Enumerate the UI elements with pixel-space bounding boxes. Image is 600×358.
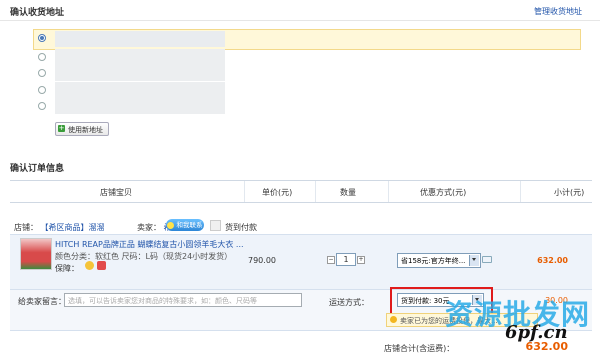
contact-seller-button[interactable]: 和我联系 bbox=[166, 219, 204, 231]
address-redacted-5 bbox=[55, 98, 225, 114]
guarantee-shield-icon bbox=[85, 261, 94, 270]
item-price: 790.00 bbox=[248, 256, 276, 265]
address-redacted-1 bbox=[55, 31, 225, 47]
quantity-decrease-button[interactable]: − bbox=[327, 256, 335, 264]
quantity-input[interactable]: 1 bbox=[336, 253, 356, 266]
discount-info-icon bbox=[482, 256, 492, 263]
column-header-subtotal: 小计(元) bbox=[554, 188, 585, 197]
address-radio-1[interactable] bbox=[38, 34, 46, 42]
chevron-down-icon bbox=[469, 255, 479, 266]
address-radio-4[interactable] bbox=[38, 86, 46, 94]
wangwang-icon bbox=[167, 221, 175, 229]
cod-icon bbox=[210, 220, 221, 231]
address-radio-3[interactable] bbox=[38, 69, 46, 77]
order-table-header: 店铺宝贝 单价(元) 数量 优惠方式(元) 小计(元) bbox=[10, 180, 592, 203]
plus-icon: + bbox=[58, 124, 65, 132]
contact-seller-label: 和我联系 bbox=[176, 221, 203, 229]
discount-select[interactable]: 省158元:官方年终... bbox=[397, 253, 481, 268]
address-redacted-3 bbox=[55, 65, 225, 81]
address-radio-2[interactable] bbox=[38, 53, 46, 61]
column-header-price: 单价(元) bbox=[262, 188, 293, 197]
shipping-selected-value: 货到付款: 30元 bbox=[401, 297, 450, 305]
discount-selected-value: 省158元:官方年终... bbox=[401, 257, 466, 265]
guarantee-badge-icon bbox=[97, 261, 106, 270]
store-label: 店铺： bbox=[14, 223, 38, 232]
item-thumbnail[interactable] bbox=[20, 238, 52, 270]
store-name-link[interactable]: 【希区商品】溜溜 bbox=[41, 223, 105, 232]
use-new-address-button[interactable]: + 使用新地址 bbox=[55, 122, 109, 136]
seller-label: 卖家： bbox=[137, 223, 161, 232]
insurance-icon bbox=[390, 316, 397, 323]
message-input[interactable]: 选填，可以告诉卖家您对商品的特殊要求，如：颜色、尺码等 bbox=[64, 293, 302, 307]
use-new-address-label: 使用新地址 bbox=[68, 126, 103, 134]
column-header-item: 店铺宝贝 bbox=[100, 188, 132, 197]
order-section-title: 确认订单信息 bbox=[10, 164, 65, 174]
item-attributes: 颜色分类：软红色 尺码：L码（现货24小时发货） bbox=[55, 252, 233, 261]
item-title-link[interactable]: HITCH REAP品牌正品 蝴蝶结复古小圆领羊毛大衣 ... bbox=[55, 239, 244, 250]
address-redacted-4 bbox=[55, 82, 225, 98]
store-total-label: 店铺合计(含运费)： bbox=[384, 344, 455, 353]
item-subtotal: 632.00 bbox=[537, 256, 568, 265]
manage-address-link[interactable]: 管理收货地址 bbox=[534, 6, 582, 17]
address-section-title: 确认收货地址 bbox=[10, 8, 65, 18]
shipping-label: 运送方式： bbox=[329, 298, 369, 307]
watermark-domain: 6pf.cn bbox=[505, 322, 568, 343]
store-line: 店铺： 【希区商品】溜溜 bbox=[14, 222, 105, 233]
address-radio-5[interactable] bbox=[38, 102, 46, 110]
column-header-discount: 优惠方式(元) bbox=[420, 188, 467, 197]
guarantee-line: 保障： bbox=[55, 263, 79, 274]
column-header-quantity: 数量 bbox=[340, 188, 356, 197]
address-redacted-2 bbox=[55, 49, 225, 65]
guarantee-label: 保障： bbox=[55, 264, 79, 273]
quantity-increase-button[interactable]: + bbox=[357, 256, 365, 264]
divider bbox=[0, 20, 600, 21]
message-placeholder: 选填，可以告诉卖家您对商品的特殊要求，如：颜色、尺码等 bbox=[68, 297, 257, 305]
cod-label: 货到付款 bbox=[225, 223, 257, 232]
message-label: 给卖家留言： bbox=[18, 297, 66, 306]
